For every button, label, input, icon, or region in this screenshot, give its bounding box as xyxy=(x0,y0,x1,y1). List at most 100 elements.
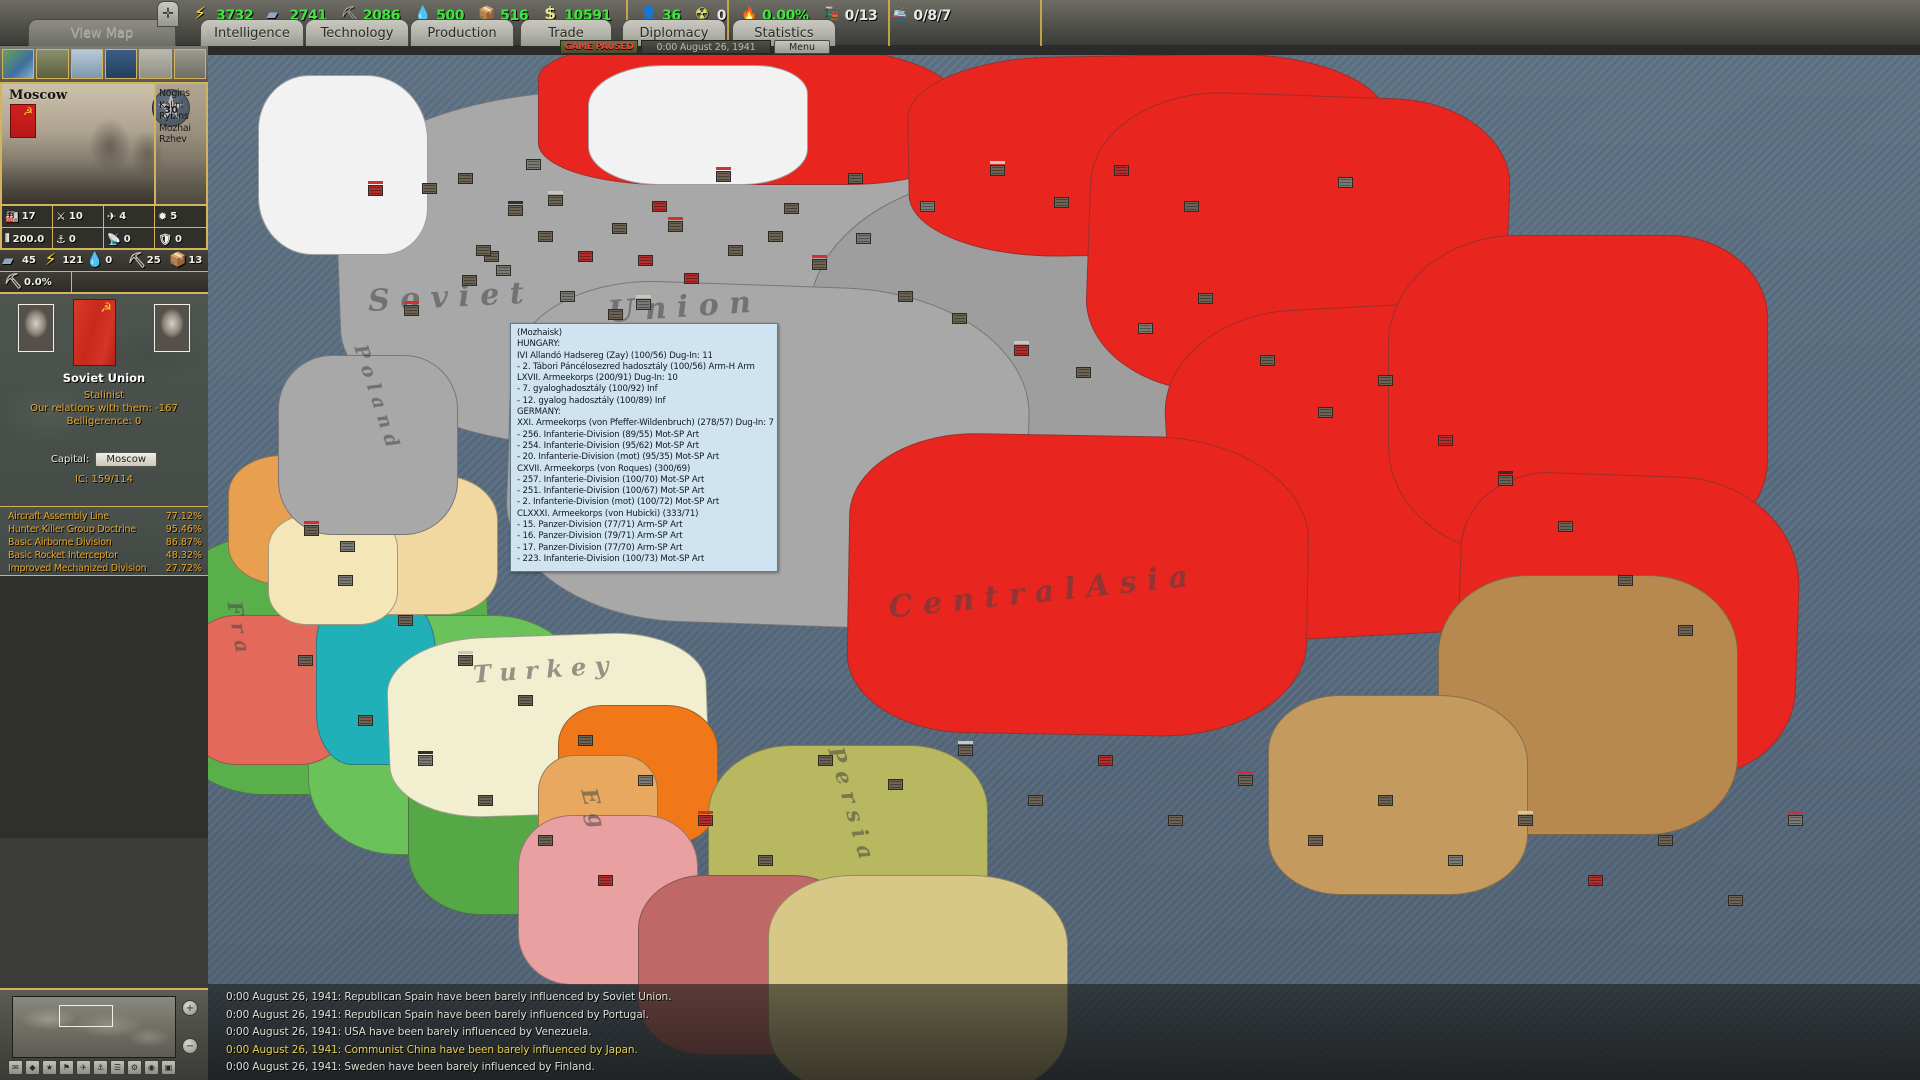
unit-counter[interactable] xyxy=(1184,201,1199,212)
unit-counter[interactable] xyxy=(728,245,743,256)
unit-counter[interactable] xyxy=(338,575,353,586)
unit-counter[interactable] xyxy=(298,655,313,666)
unit-counter[interactable] xyxy=(496,265,511,276)
political-map-mode-button[interactable] xyxy=(2,49,34,79)
zoom-in-button[interactable]: + xyxy=(182,1000,198,1016)
unit-counter[interactable] xyxy=(1014,345,1029,356)
naval-map-mode-button[interactable] xyxy=(105,49,137,79)
map-province[interactable] xyxy=(1268,695,1528,895)
capital-button[interactable]: Moscow xyxy=(95,452,157,467)
unit-counter[interactable] xyxy=(768,231,783,242)
unit-counter[interactable] xyxy=(1114,165,1129,176)
log-message[interactable]: 0:00 August 26, 1941: Communist China ha… xyxy=(226,1042,1920,1060)
unit-counter[interactable] xyxy=(784,203,799,214)
unit-counter[interactable] xyxy=(952,313,967,324)
unit-counter[interactable] xyxy=(1338,177,1353,188)
unit-counter[interactable] xyxy=(478,795,493,806)
unit-counter[interactable] xyxy=(548,195,563,206)
unit-counter[interactable] xyxy=(538,835,553,846)
lock-icon[interactable]: ✛ xyxy=(157,1,179,27)
unit-counter[interactable] xyxy=(1438,435,1453,446)
unit-counter[interactable] xyxy=(684,273,699,284)
unit-counter[interactable] xyxy=(698,815,713,826)
tech-row[interactable]: Hunter-Killer Group Doctrine95.46% xyxy=(0,523,208,536)
unit-counter[interactable] xyxy=(1728,895,1743,906)
adjacent-province-list[interactable]: NoginsKaliniRybinsMozhaiRzhev xyxy=(154,84,206,206)
unit-counter[interactable] xyxy=(1260,355,1275,366)
unit-counter[interactable] xyxy=(638,255,653,266)
unit-counter[interactable] xyxy=(636,299,651,310)
unit-counter[interactable] xyxy=(888,779,903,790)
unit-counter[interactable] xyxy=(1378,795,1393,806)
unit-counter[interactable] xyxy=(526,159,541,170)
unit-counter[interactable] xyxy=(358,715,373,726)
minister-portrait-left[interactable] xyxy=(18,304,54,352)
msg-settings-8[interactable]: ⚙ xyxy=(127,1060,142,1075)
unit-counter[interactable] xyxy=(462,275,477,286)
tab-production[interactable]: Production xyxy=(410,19,514,46)
unit-counter[interactable] xyxy=(920,201,935,212)
msg-settings-2[interactable]: ◆ xyxy=(25,1060,40,1075)
unit-counter[interactable] xyxy=(1238,775,1253,786)
unit-counter[interactable] xyxy=(716,171,731,182)
unit-counter[interactable] xyxy=(578,251,593,262)
map-province[interactable] xyxy=(588,65,808,185)
unit-counter[interactable] xyxy=(398,615,413,626)
zoom-out-button[interactable]: − xyxy=(182,1038,198,1054)
unit-counter[interactable] xyxy=(638,775,653,786)
unit-counter[interactable] xyxy=(518,695,533,706)
unit-counter[interactable] xyxy=(1498,475,1513,486)
unit-counter[interactable] xyxy=(1378,375,1393,386)
unit-counter[interactable] xyxy=(612,223,627,234)
unit-counter[interactable] xyxy=(812,259,827,270)
unit-counter[interactable] xyxy=(560,291,575,302)
map-province[interactable] xyxy=(845,431,1310,739)
log-message[interactable]: 0:00 August 26, 1941: USA have been bare… xyxy=(226,1024,1920,1042)
unit-counter[interactable] xyxy=(404,305,419,316)
unit-counter[interactable] xyxy=(598,875,613,886)
tech-row[interactable]: Improved Mechanized Division27.72% xyxy=(0,562,208,575)
unit-counter[interactable] xyxy=(1558,521,1573,532)
menu-button[interactable]: Menu xyxy=(774,40,830,54)
msg-settings-6[interactable]: ⚓ xyxy=(93,1060,108,1075)
message-log[interactable]: 0:00 August 26, 1941: Republican Spain h… xyxy=(208,984,1920,1080)
paused-indicator[interactable]: GAME PAUSED xyxy=(560,40,638,54)
msg-settings-9[interactable]: ◉ xyxy=(144,1060,159,1075)
unit-counter[interactable] xyxy=(1076,367,1091,378)
map-province[interactable] xyxy=(278,355,458,535)
msg-settings-10[interactable]: ▣ xyxy=(161,1060,176,1075)
tab-intelligence[interactable]: Intelligence xyxy=(200,19,304,46)
unit-counter[interactable] xyxy=(958,745,973,756)
unit-counter[interactable] xyxy=(1788,815,1803,826)
unit-counter[interactable] xyxy=(898,291,913,302)
supply-map-mode-button[interactable] xyxy=(139,49,171,79)
unit-counter[interactable] xyxy=(652,201,667,212)
msg-settings-5[interactable]: ✈ xyxy=(76,1060,91,1075)
unit-counter[interactable] xyxy=(1618,575,1633,586)
terrain-map-mode-button[interactable] xyxy=(36,49,68,79)
msg-settings-4[interactable]: ⚑ xyxy=(59,1060,74,1075)
unit-counter[interactable] xyxy=(818,755,833,766)
unit-counter[interactable] xyxy=(578,735,593,746)
unit-counter[interactable] xyxy=(1138,323,1153,334)
msg-settings-7[interactable]: ☰ xyxy=(110,1060,125,1075)
minimap-viewport-box[interactable] xyxy=(59,1005,113,1027)
unit-counter[interactable] xyxy=(1658,835,1673,846)
tab-technology[interactable]: Technology xyxy=(305,19,409,46)
world-map[interactable]: S o v i e tU n i o nP o l a n dC e n t r… xyxy=(208,55,1920,1080)
unit-counter[interactable] xyxy=(418,755,433,766)
tech-row[interactable]: Basic Rocket Interceptor48.32% xyxy=(0,549,208,562)
minimap[interactable] xyxy=(12,996,176,1058)
unit-counter[interactable] xyxy=(368,185,383,196)
unit-counter[interactable] xyxy=(508,205,523,216)
adjacent-province-item[interactable]: Mozhai xyxy=(159,123,206,135)
unit-counter[interactable] xyxy=(1054,197,1069,208)
unit-counter[interactable] xyxy=(1518,815,1533,826)
unit-counter[interactable] xyxy=(1318,407,1333,418)
unit-counter[interactable] xyxy=(1098,755,1113,766)
msg-settings-3[interactable]: ★ xyxy=(42,1060,57,1075)
unit-counter[interactable] xyxy=(608,309,623,320)
tab-view-map[interactable]: View Map xyxy=(28,19,176,46)
unit-counter[interactable] xyxy=(758,855,773,866)
adjacent-province-item[interactable]: Nogins xyxy=(159,88,206,100)
